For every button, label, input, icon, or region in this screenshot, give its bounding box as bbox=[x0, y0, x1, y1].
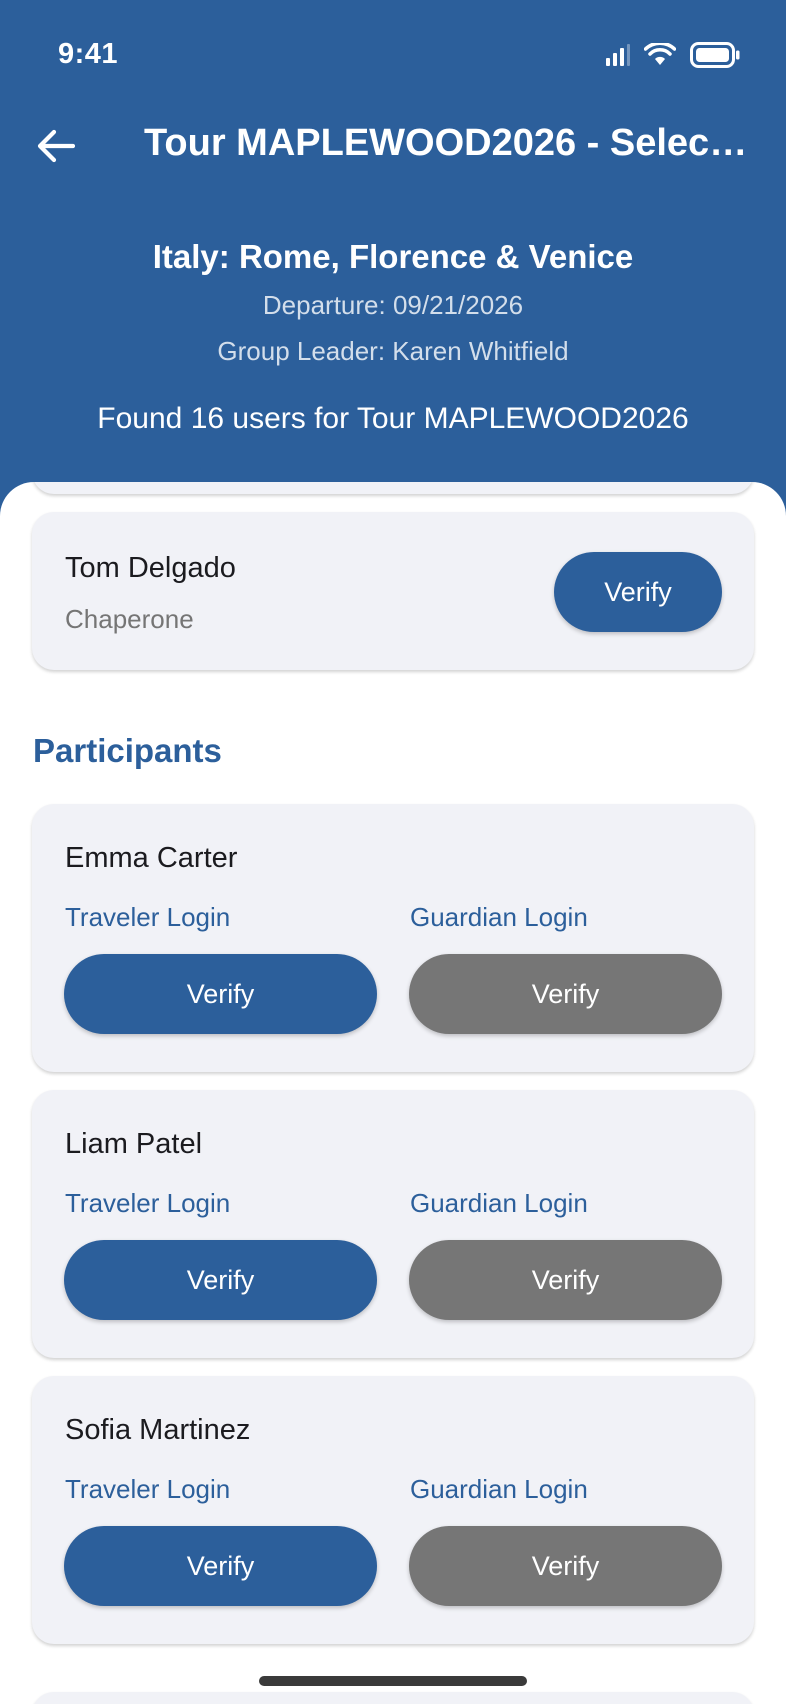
staff-card: Tom Delgado Chaperone Verify bbox=[32, 512, 754, 670]
participant-name: Emma Carter bbox=[65, 842, 238, 874]
list-item bbox=[32, 1692, 754, 1704]
participant-name: Sofia Martinez bbox=[65, 1414, 251, 1446]
traveler-login-label: Traveler Login bbox=[65, 1474, 231, 1504]
header: 9:41 Tour MAPLEWOOD2026 - Select User It… bbox=[0, 0, 786, 500]
cellular-signal-icon bbox=[606, 44, 630, 66]
user-list[interactable]: Tom Delgado Chaperone Verify Participant… bbox=[0, 482, 786, 1704]
arrow-left-icon bbox=[37, 129, 75, 163]
departure-date: Departure: 09/21/2026 bbox=[262, 290, 524, 320]
guardian-verify-button[interactable]: Verify bbox=[409, 1240, 722, 1320]
traveler-verify-button[interactable]: Verify bbox=[64, 954, 377, 1034]
battery-icon bbox=[690, 42, 740, 68]
staff-verify-button[interactable]: Verify bbox=[554, 552, 722, 632]
staff-name: Tom Delgado bbox=[65, 552, 236, 584]
wifi-icon bbox=[644, 43, 676, 65]
back-button[interactable] bbox=[28, 118, 84, 174]
traveler-verify-button[interactable]: Verify bbox=[64, 1240, 377, 1320]
participant-card: Liam Patel Traveler Login Guardian Login… bbox=[32, 1090, 754, 1358]
status-icons bbox=[606, 42, 740, 68]
guardian-verify-button[interactable]: Verify bbox=[409, 954, 722, 1034]
status-time: 9:41 bbox=[58, 38, 119, 70]
status-bar: 9:41 bbox=[0, 0, 786, 110]
app-bar: Tour MAPLEWOOD2026 - Select User bbox=[0, 110, 786, 180]
guardian-login-label: Guardian Login bbox=[410, 1188, 588, 1218]
found-users-count: Found 16 users for Tour MAPLEWOOD2026 bbox=[97, 402, 689, 435]
staff-role: Chaperone bbox=[65, 604, 194, 634]
list-item bbox=[32, 482, 754, 494]
guardian-login-label: Guardian Login bbox=[410, 902, 588, 932]
guardian-login-label: Guardian Login bbox=[410, 1474, 588, 1504]
tour-info: Italy: Rome, Florence & Venice Departure… bbox=[0, 232, 786, 374]
group-leader: Group Leader: Karen Whitfield bbox=[217, 336, 569, 366]
participant-name: Liam Patel bbox=[65, 1128, 203, 1160]
guardian-verify-button[interactable]: Verify bbox=[409, 1526, 722, 1606]
traveler-login-label: Traveler Login bbox=[65, 1188, 231, 1218]
participant-card: Sofia Martinez Traveler Login Guardian L… bbox=[32, 1376, 754, 1644]
tour-name: Italy: Rome, Florence & Venice bbox=[152, 238, 634, 275]
traveler-login-label: Traveler Login bbox=[65, 902, 231, 932]
participant-card: Emma Carter Traveler Login Guardian Logi… bbox=[32, 804, 754, 1072]
page-title: Tour MAPLEWOOD2026 - Select User bbox=[144, 122, 754, 164]
home-indicator[interactable] bbox=[259, 1676, 527, 1686]
traveler-verify-button[interactable]: Verify bbox=[64, 1526, 377, 1606]
participants-section-title: Participants bbox=[33, 732, 222, 769]
